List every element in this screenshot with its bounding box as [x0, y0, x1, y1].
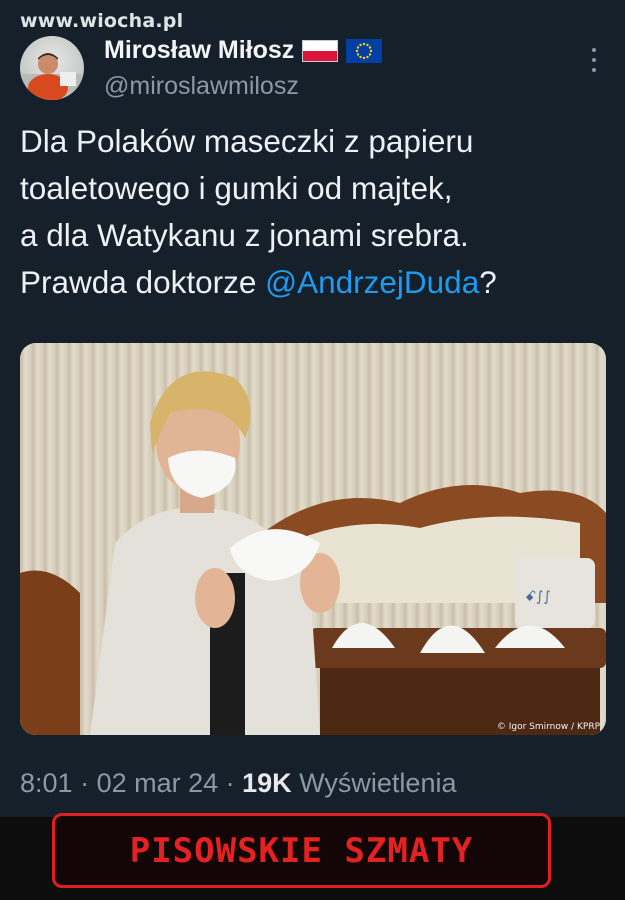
meta-separator: · — [218, 768, 243, 798]
tweet-photo[interactable]: ꗃ∫∫ © Igor Smirnow / KPRP — [20, 343, 606, 735]
author-name-row[interactable]: Mirosław Miłosz — [104, 36, 383, 65]
caption-text: PISOWSKIE SZMATY — [129, 830, 474, 871]
photo-illustration: ꗃ∫∫ — [20, 343, 606, 735]
svg-text:ꗃ∫∫: ꗃ∫∫ — [525, 589, 551, 605]
more-options-icon[interactable] — [589, 48, 599, 72]
tweet-meta: 8:01 · 02 mar 24 · 19K Wyświetlenia — [20, 768, 456, 799]
author-name[interactable]: Mirosław Miłosz — [104, 36, 294, 65]
avatar[interactable] — [20, 36, 84, 100]
eu-flag-icon — [346, 38, 383, 63]
tweet-date[interactable]: 02 mar 24 — [97, 768, 219, 798]
poland-flag-icon — [302, 39, 339, 62]
photo-credit: © Igor Smirnow / KPRP — [496, 722, 600, 732]
view-count[interactable]: 19K — [242, 768, 292, 798]
avatar-image — [20, 53, 84, 100]
tweet-header: Mirosław Miłosz @miroslawmilosz — [20, 36, 605, 102]
tweet-text: Dla Polaków maseczki z papieru toaletowe… — [20, 118, 610, 306]
tweet-time[interactable]: 8:01 — [20, 768, 73, 798]
mention-link[interactable]: @AndrzejDuda — [265, 264, 479, 300]
watermark: www.wiocha.pl — [20, 10, 184, 32]
author-handle[interactable]: @miroslawmilosz — [104, 72, 299, 101]
tweet-suffix: ? — [479, 264, 497, 300]
view-label[interactable]: Wyświetlenia — [292, 768, 456, 798]
meta-separator: · — [72, 768, 97, 798]
caption-banner: PISOWSKIE SZMATY — [52, 813, 551, 888]
